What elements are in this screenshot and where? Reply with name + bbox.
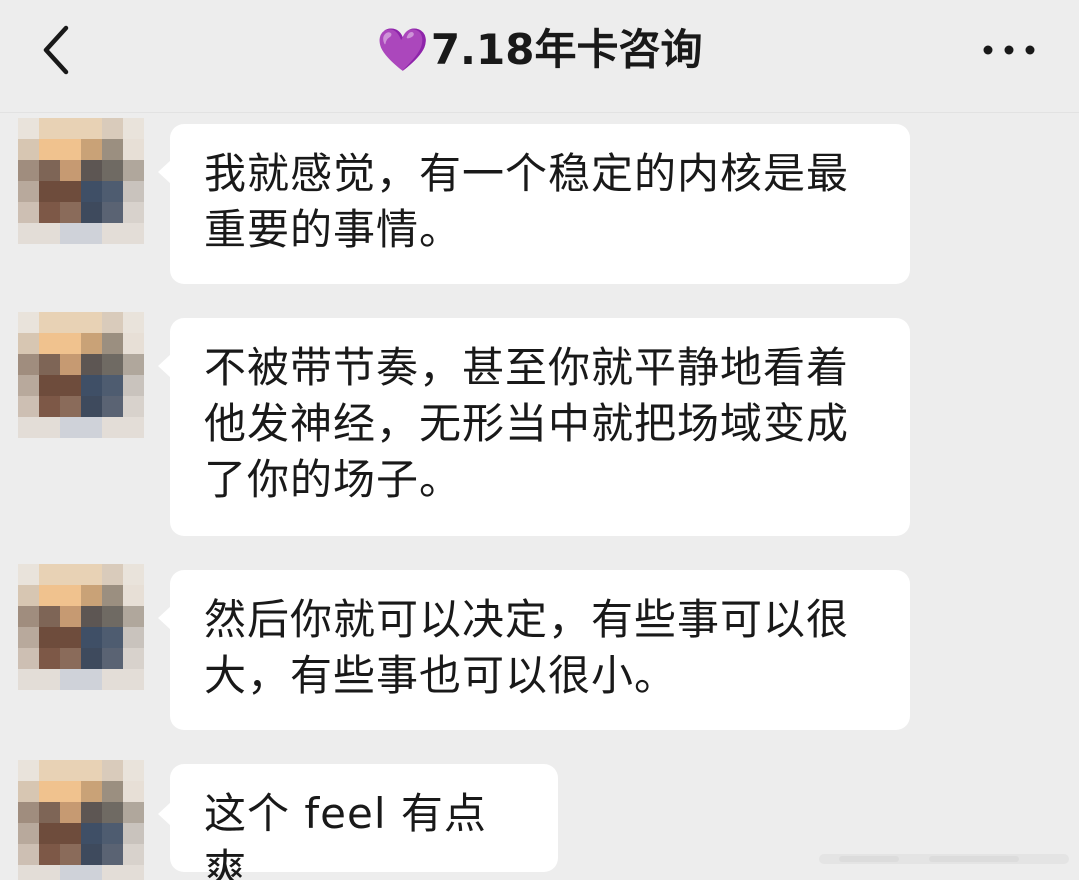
avatar[interactable]	[18, 312, 144, 438]
avatar[interactable]	[18, 564, 144, 690]
avatar-image	[18, 312, 144, 438]
chat-title-text: 7.18年卡咨询	[430, 25, 703, 74]
chat-window: 💜7.18年卡咨询 我就感觉，有一个稳定的内核是最 重要的事情。 不被带节奏，甚…	[0, 0, 1079, 880]
chat-title: 💜7.18年卡咨询	[0, 22, 1079, 78]
message-bubble[interactable]: 不被带节奏，甚至你就平静地看着 他发神经，无形当中就把场域变成 了你的场子。	[170, 318, 910, 536]
blurred-watermark	[819, 854, 1069, 864]
avatar-image	[18, 564, 144, 690]
message-text: 我就感觉，有一个稳定的内核是最 重要的事情。	[204, 149, 850, 254]
chat-header: 💜7.18年卡咨询	[0, 0, 1079, 113]
avatar-image	[18, 760, 144, 880]
more-horizontal-icon	[983, 45, 1035, 55]
avatar[interactable]	[18, 118, 144, 244]
more-options-button[interactable]	[979, 30, 1039, 70]
message-text: 然后你就可以决定，有些事可以很 大，有些事也可以很小。	[204, 595, 850, 700]
purple-heart-icon: 💜	[376, 25, 429, 74]
message-bubble[interactable]: 我就感觉，有一个稳定的内核是最 重要的事情。	[170, 124, 910, 284]
avatar-image	[18, 118, 144, 244]
message-text: 这个 feel 有点爽	[204, 789, 487, 880]
message-text: 不被带节奏，甚至你就平静地看着 他发神经，无形当中就把场域变成 了你的场子。	[204, 343, 850, 504]
message-bubble[interactable]: 这个 feel 有点爽	[170, 764, 558, 880]
message-bubble[interactable]: 然后你就可以决定，有些事可以很 大，有些事也可以很小。	[170, 570, 910, 730]
avatar[interactable]	[18, 760, 144, 880]
header-divider	[0, 112, 1079, 113]
